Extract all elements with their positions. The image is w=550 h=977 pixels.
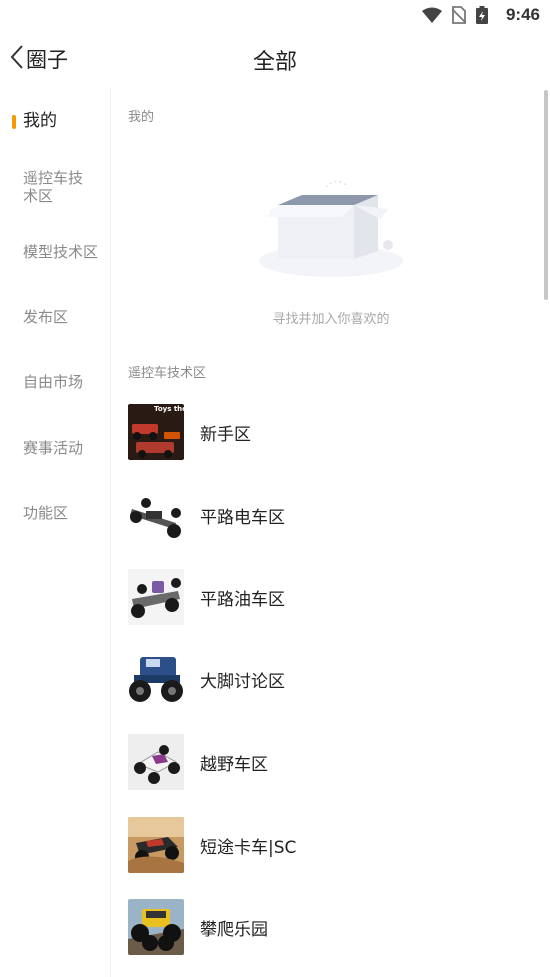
wifi-icon <box>422 7 442 23</box>
status-time: 9:46 <box>505 5 540 24</box>
status-bar: 9:46 <box>0 0 550 30</box>
thumbnail-image: Toys they're not <box>128 404 184 460</box>
list-item-name: 新手区 <box>200 424 251 445</box>
thumbnail-image <box>128 651 184 707</box>
sidebar-item-model-tech[interactable]: 模型技术区 <box>0 243 110 261</box>
list-item[interactable]: 越野车区 <box>128 734 528 790</box>
sidebar-item-events[interactable]: 赛事活动 <box>0 439 110 457</box>
list-item[interactable]: 平路油车区 <box>128 569 528 625</box>
header: 圈子 全部 <box>0 32 550 86</box>
sidebar-item-functions[interactable]: 功能区 <box>0 504 110 522</box>
sidebar-item-rc-tech[interactable]: 遥控车技术区 <box>0 169 105 205</box>
page-title: 全部 <box>252 50 297 75</box>
category-sidebar: 我的 遥控车技术区 模型技术区 发布区 自由市场 赛事活动 功能区 <box>0 88 111 977</box>
list-item[interactable]: 短途卡车|SC <box>128 817 528 873</box>
list-item[interactable]: 平路电车区 <box>128 487 528 543</box>
list-item[interactable]: Toys they're not 新手区 <box>128 404 528 460</box>
list-item-name: 大脚讨论区 <box>200 671 285 692</box>
sidebar-item-mine[interactable]: 我的 <box>0 112 110 130</box>
list-item-name: 平路油车区 <box>200 589 285 610</box>
sidebar-item-publish[interactable]: 发布区 <box>0 308 110 326</box>
sidebar-item-market[interactable]: 自由市场 <box>0 373 110 391</box>
list-item-name: 平路电车区 <box>200 507 285 528</box>
section-label-mine: 我的 <box>128 110 155 125</box>
thumbnail-image <box>128 817 184 873</box>
main-content: 我的 寻找并加入你喜欢的 遥控车技术区 Toys they're not <box>111 88 550 977</box>
status-icons <box>422 6 488 24</box>
thumbnail-image <box>128 734 184 790</box>
thumbnail-image <box>128 899 184 955</box>
thumb-caption: Toys they're not <box>154 405 184 413</box>
empty-box-icon <box>256 173 406 283</box>
thumbnail-image <box>128 487 184 543</box>
scrollbar[interactable] <box>544 90 548 300</box>
list-item-name: 短途卡车|SC <box>200 837 297 858</box>
list-item-name: 越野车区 <box>200 754 268 775</box>
no-sim-icon <box>452 6 466 24</box>
section-label-rc-tech: 遥控车技术区 <box>128 366 207 381</box>
list-item[interactable]: 攀爬乐园 <box>128 899 528 955</box>
list-item[interactable]: 大脚讨论区 <box>128 651 528 707</box>
thumbnail-image <box>128 569 184 625</box>
list-item-name: 攀爬乐园 <box>200 919 268 940</box>
empty-hint-text: 寻找并加入你喜欢的 <box>272 312 390 327</box>
battery-icon <box>476 6 488 24</box>
